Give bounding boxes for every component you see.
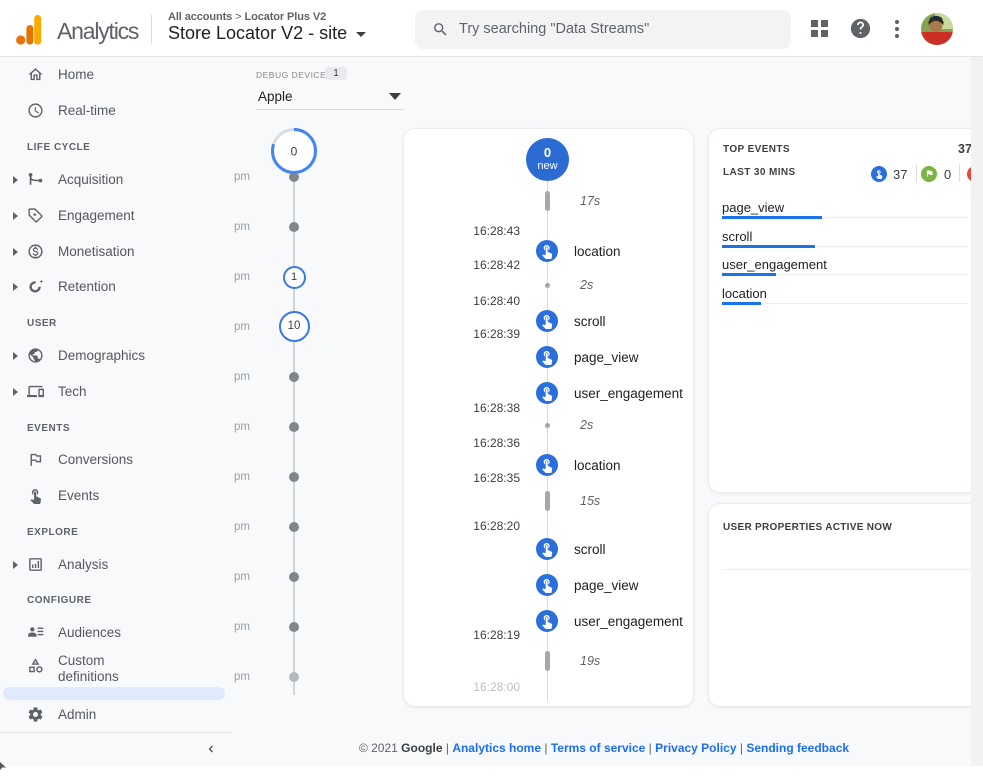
svg-text:0: 0 — [291, 145, 298, 159]
